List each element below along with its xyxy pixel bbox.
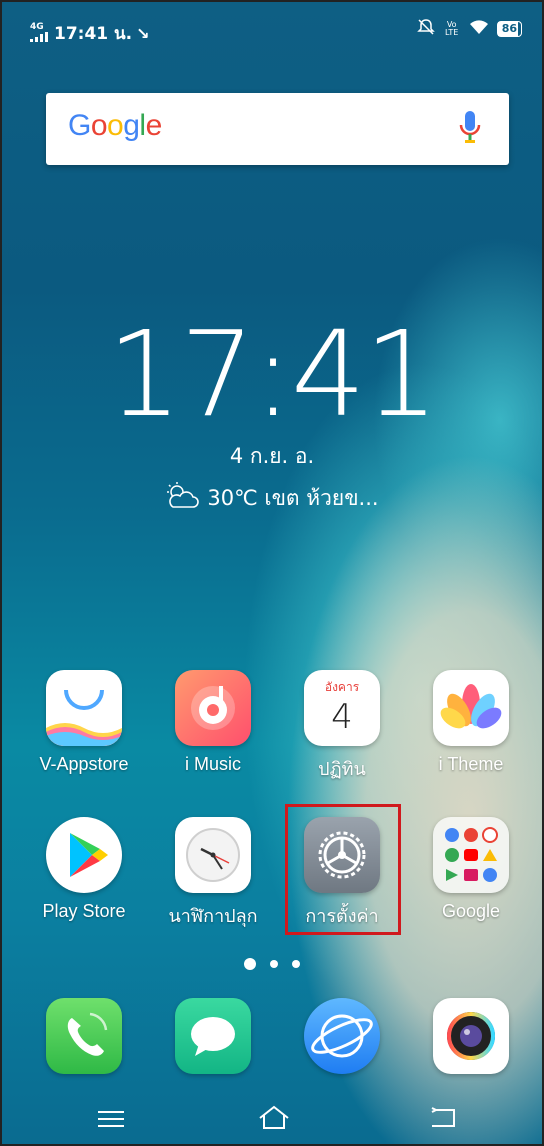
logo-letter-o2: o [107,109,124,142]
app-i-theme[interactable]: i Theme [416,670,526,775]
page-dot [270,960,278,968]
weather-text: 30℃ เขต ห้วยข... [207,486,379,510]
network-type: 4G [30,22,44,32]
app-label: Google [441,901,501,921]
dock-camera[interactable] [416,998,526,1074]
google-search-bar[interactable]: Google [46,93,509,165]
messages-icon [175,998,251,1074]
weather-widget[interactable]: 30℃ เขต ห้วยข... [0,482,544,515]
app-clock-alarm[interactable]: นาฬิกาปลุก [158,817,268,930]
home-screen: 4G 17:41 น. ↘︎ Vo LTE 86 Google 17:41 4 … [0,0,544,1146]
app-i-music[interactable]: i Music [158,670,268,775]
menu-icon[interactable] [98,1110,124,1132]
volte-icon: Vo LTE [445,20,459,37]
logo-letter-o1: o [90,109,108,142]
app-play-store[interactable]: Play Store [29,817,139,922]
silent-bell-icon [416,18,435,40]
signal-icon: 4G [30,23,50,44]
app-label: i Music [184,754,241,774]
app-google-folder[interactable]: Google [416,817,526,922]
calendar-icon: อังคาร 4 [304,670,380,746]
home-icon[interactable] [257,1104,291,1134]
navigation-bar [0,1088,544,1146]
settings-highlight-box [285,804,401,935]
camera-icon [433,998,509,1074]
status-left: 4G 17:41 น. ↘︎ [30,20,150,47]
battery-level: 86 [501,22,517,35]
missed-call-icon: ↘︎ [136,24,150,43]
back-icon[interactable] [428,1106,458,1132]
clock-widget-date: 4 ก.ย. อ. [229,444,315,468]
app-label: i Theme [438,754,504,774]
google-folder-icon [433,817,509,893]
status-bar: 4G 17:41 น. ↘︎ Vo LTE 86 [0,0,544,62]
logo-letter-g2: g [123,109,140,142]
dock-messages[interactable] [158,998,268,1074]
app-label: Play Store [42,901,126,921]
play-store-icon [46,817,122,893]
app-label: นาฬิกาปลุก [168,906,258,926]
logo-letter-g: G [68,109,91,142]
v-appstore-icon [46,670,122,746]
app-calendar[interactable]: อังคาร 4 ปฏิทิน [287,670,397,783]
dock-browser[interactable] [287,998,397,1074]
i-music-icon [175,670,251,746]
calendar-day-name: อังคาร [324,680,360,694]
page-dot-active [244,958,256,970]
partly-cloudy-icon [165,482,200,515]
i-theme-icon [433,670,509,746]
phone-icon [46,998,122,1074]
battery-icon: 86 [496,21,522,37]
app-label: ปฏิทิน [318,759,366,779]
page-dot [292,960,300,968]
calendar-day-number: 4 [331,697,353,737]
status-right: Vo LTE 86 [416,18,522,40]
dock-phone[interactable] [29,998,139,1074]
page-indicator [0,955,544,974]
app-v-appstore[interactable]: V-Appstore [29,670,139,775]
logo-letter-e: e [145,109,163,142]
clock-widget-time[interactable]: 17:41 [0,315,544,433]
google-logo: Google [68,109,162,143]
browser-globe-icon [304,998,380,1074]
screen-border [0,0,544,1146]
status-time: 17:41 น. [54,24,133,44]
wifi-icon [469,19,489,39]
microphone-icon[interactable] [459,111,481,145]
alarm-clock-icon [175,817,251,893]
app-label: V-Appstore [39,754,129,774]
